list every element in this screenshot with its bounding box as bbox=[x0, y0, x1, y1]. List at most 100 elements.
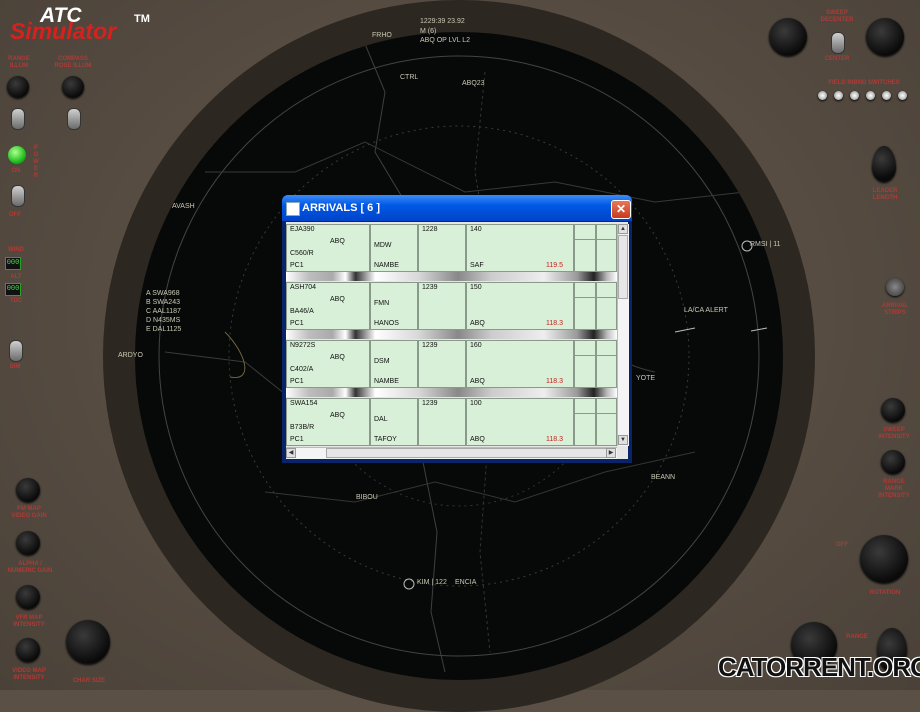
leader-length-knob[interactable] bbox=[872, 146, 896, 182]
strip-freq: 119.5 bbox=[546, 262, 563, 269]
scroll-up-icon[interactable]: ▲ bbox=[618, 224, 628, 234]
char-size-knob[interactable] bbox=[66, 620, 110, 664]
strip-cell-divider bbox=[575, 413, 595, 414]
horizontal-scrollbar[interactable]: ◀ ▶ bbox=[286, 447, 617, 459]
traffic-c[interactable]: C AAL1187 bbox=[146, 308, 181, 315]
strip-cell[interactable] bbox=[596, 340, 617, 388]
sweep-decenter-right-knob[interactable] bbox=[866, 18, 904, 56]
sim-label: SIM bbox=[9, 364, 21, 370]
rotation-label: ROTATION bbox=[869, 590, 901, 596]
fix-frho: FRHO bbox=[372, 32, 392, 39]
strip-cell[interactable] bbox=[596, 282, 617, 330]
video-map-label: VIDEO MAP INTENSITY bbox=[12, 668, 46, 681]
field-switch-3[interactable] bbox=[850, 91, 859, 100]
alt-label: ALT bbox=[10, 274, 22, 280]
strip-list[interactable]: EJA390 ABQ C560/R PC1 MDW NAMBE 1228 140 SAF 119.… bbox=[286, 224, 617, 446]
fm-gain-label: FM MAP VIDEO GAIN bbox=[11, 506, 47, 519]
compass-illum-label: COMPASS ROSE ILLUM bbox=[54, 56, 92, 69]
radar-ctrl: CTRL bbox=[400, 74, 419, 81]
scroll-down-icon[interactable]: ▼ bbox=[618, 435, 628, 445]
strip-callsign: N9272S bbox=[290, 342, 316, 349]
close-button[interactable]: ✕ bbox=[611, 200, 631, 219]
arrivals-window[interactable]: ARRIVALS [ 6 ] ✕ EJA390 ABQ C560/R PC1 MDW NA… bbox=[282, 195, 632, 463]
vertical-scrollbar[interactable]: ▲ ▼ bbox=[617, 224, 629, 446]
strip-cell-divider bbox=[597, 297, 616, 298]
traffic-d[interactable]: D N435MS bbox=[146, 317, 180, 324]
range-label: RANGE bbox=[846, 634, 868, 640]
vertical-scroll-thumb[interactable] bbox=[618, 235, 628, 299]
strip-type: B73B/R bbox=[290, 424, 315, 431]
strip-time: 1228 bbox=[422, 226, 438, 233]
compass-illum-knob[interactable] bbox=[62, 76, 84, 98]
fix-ardyo: ARDYO bbox=[118, 352, 143, 359]
window-icon bbox=[286, 202, 300, 216]
strip-dest: ABQ bbox=[330, 354, 345, 361]
range-mark-knob[interactable] bbox=[881, 450, 905, 474]
strip-cell-divider bbox=[597, 355, 616, 356]
strip-cell-divider bbox=[597, 413, 616, 414]
strip-cell[interactable] bbox=[596, 398, 617, 446]
power-toggle[interactable] bbox=[11, 185, 25, 207]
traffic-a[interactable]: A SWA968 bbox=[146, 290, 180, 297]
leader-length-label: LEADER LENGTH bbox=[872, 188, 898, 201]
fm-gain-knob[interactable] bbox=[16, 478, 40, 502]
center-label: CENTER bbox=[824, 56, 850, 62]
strip-type: C560/R bbox=[290, 250, 314, 257]
strip-gate: SAF bbox=[470, 262, 484, 269]
range-illum-knob[interactable] bbox=[7, 76, 29, 98]
strip-cell[interactable] bbox=[596, 224, 617, 272]
wind-readout: 000 bbox=[5, 257, 21, 270]
traffic-b[interactable]: B SWA243 bbox=[146, 299, 180, 306]
range-mark-label: RANGE MARK INTENSITY bbox=[878, 479, 910, 499]
sweep-intensity-knob[interactable] bbox=[881, 398, 905, 422]
strip-rule: PC1 bbox=[290, 436, 304, 443]
logo-trademark: TM bbox=[134, 13, 150, 25]
vfr-map-knob[interactable] bbox=[16, 585, 40, 609]
logo-simulator: Simulator bbox=[10, 18, 117, 44]
field-switch-1[interactable] bbox=[818, 91, 827, 100]
wind-label: WIND bbox=[8, 247, 24, 253]
sweep-intensity-label: SWEEP INTENSITY bbox=[878, 427, 910, 440]
range-illum-toggle[interactable] bbox=[11, 108, 25, 130]
strip-fix: TAFOY bbox=[374, 436, 397, 443]
alpha-gain-knob[interactable] bbox=[16, 531, 40, 555]
strip-cell[interactable] bbox=[574, 398, 596, 446]
traffic-e[interactable]: E DAL1125 bbox=[146, 326, 181, 333]
field-switch-6[interactable] bbox=[898, 91, 907, 100]
field-switch-4[interactable] bbox=[866, 91, 875, 100]
field-switch-2[interactable] bbox=[834, 91, 843, 100]
strip-dest: ABQ bbox=[330, 412, 345, 419]
tdc-label: TDC bbox=[9, 298, 23, 304]
strip-time: 1239 bbox=[422, 284, 438, 291]
strip-rule: PC1 bbox=[290, 378, 304, 385]
flight-strip[interactable]: SWA154 ABQ B73B/R PC1 DAL TAFOY 1239 100 ABQ 118.… bbox=[286, 398, 617, 446]
range-illum-label: RANGE ILLUM bbox=[8, 56, 30, 69]
arrivals-titlebar[interactable]: ARRIVALS [ 6 ] ✕ bbox=[282, 195, 632, 221]
arrival-strips-button[interactable] bbox=[886, 278, 904, 296]
power-label: P O W E R bbox=[33, 145, 39, 179]
strip-cell[interactable] bbox=[574, 282, 596, 330]
field-switch-5[interactable] bbox=[882, 91, 891, 100]
center-toggle[interactable] bbox=[831, 32, 845, 54]
strip-fix: NAMBE bbox=[374, 378, 399, 385]
scroll-right-icon[interactable]: ▶ bbox=[606, 448, 616, 458]
video-map-knob[interactable] bbox=[16, 638, 40, 662]
strip-cell[interactable] bbox=[574, 340, 596, 388]
strip-alt: 160 bbox=[470, 342, 482, 349]
strip-dest: ABQ bbox=[330, 238, 345, 245]
arrival-strips-label: ARRIVAL STRIPS bbox=[881, 303, 909, 316]
fix-abq23: ABQ23 bbox=[462, 80, 485, 87]
strip-cell[interactable] bbox=[574, 224, 596, 272]
rotation-knob[interactable] bbox=[860, 535, 908, 583]
sim-toggle[interactable] bbox=[9, 340, 23, 362]
strip-freq: 118.3 bbox=[546, 378, 563, 385]
horizontal-scroll-thumb[interactable] bbox=[326, 448, 608, 458]
power-off-label: OFF bbox=[9, 212, 21, 218]
strip-time: 1239 bbox=[422, 400, 438, 407]
compass-illum-toggle[interactable] bbox=[67, 108, 81, 130]
strip-callsign: ASH704 bbox=[290, 284, 317, 291]
strip-fix: NAMBE bbox=[374, 262, 399, 269]
lacs-alert: LA/CA ALERT bbox=[684, 307, 728, 314]
strip-alt: 140 bbox=[470, 226, 482, 233]
scroll-left-icon[interactable]: ◀ bbox=[286, 448, 296, 458]
